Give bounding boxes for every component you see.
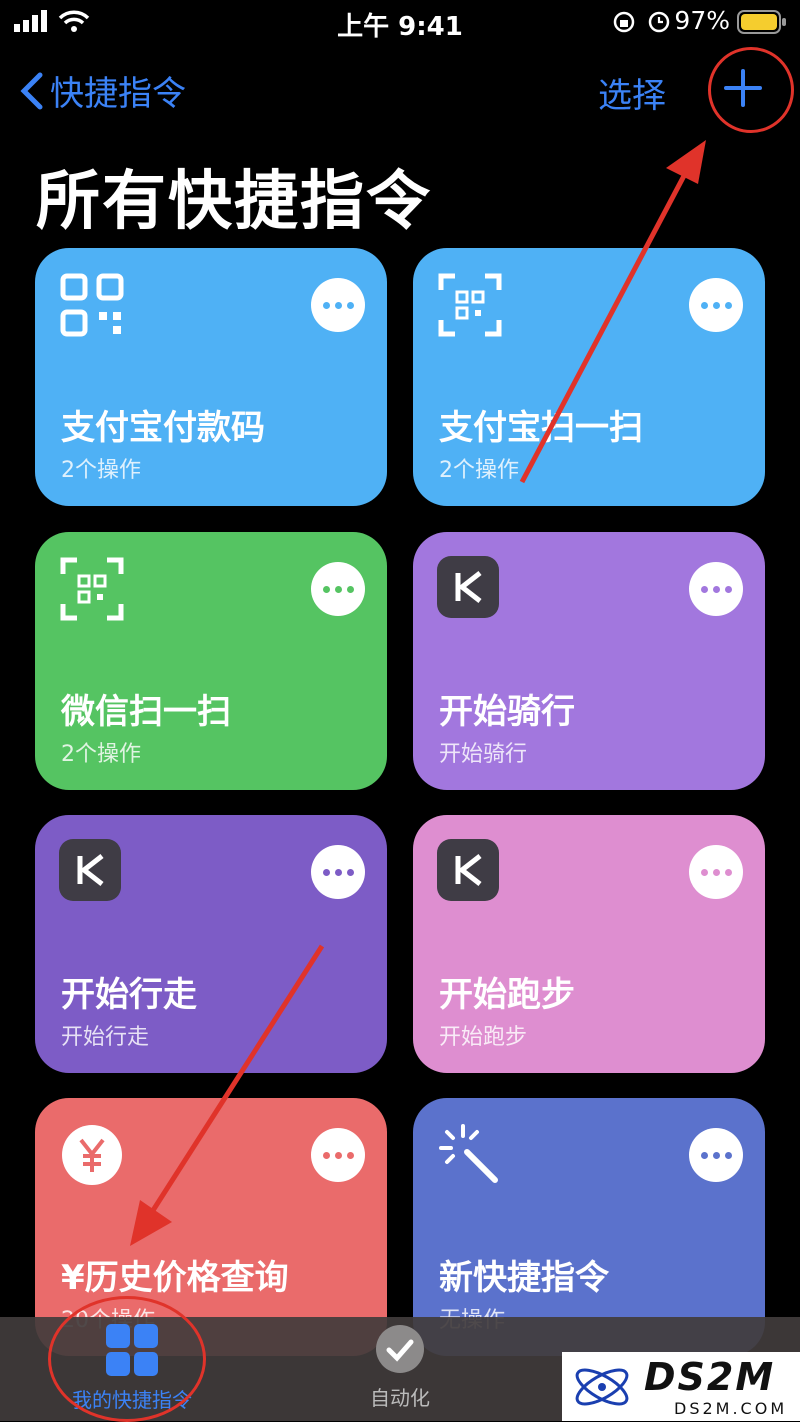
tab-automation[interactable]: 自动化 [350,1322,450,1411]
clock-icon [376,1325,424,1373]
annotation-circle-tab [48,1296,206,1422]
watermark-url: DS2M.COM [674,1399,788,1418]
atom-logo-icon [575,1368,629,1405]
watermark-text: DS2M [644,1355,776,1399]
annotation-arrows [130,140,706,1246]
watermark-logo: DS2M DS2M.COM [562,1352,800,1421]
tab-label: 自动化 [370,1386,430,1410]
